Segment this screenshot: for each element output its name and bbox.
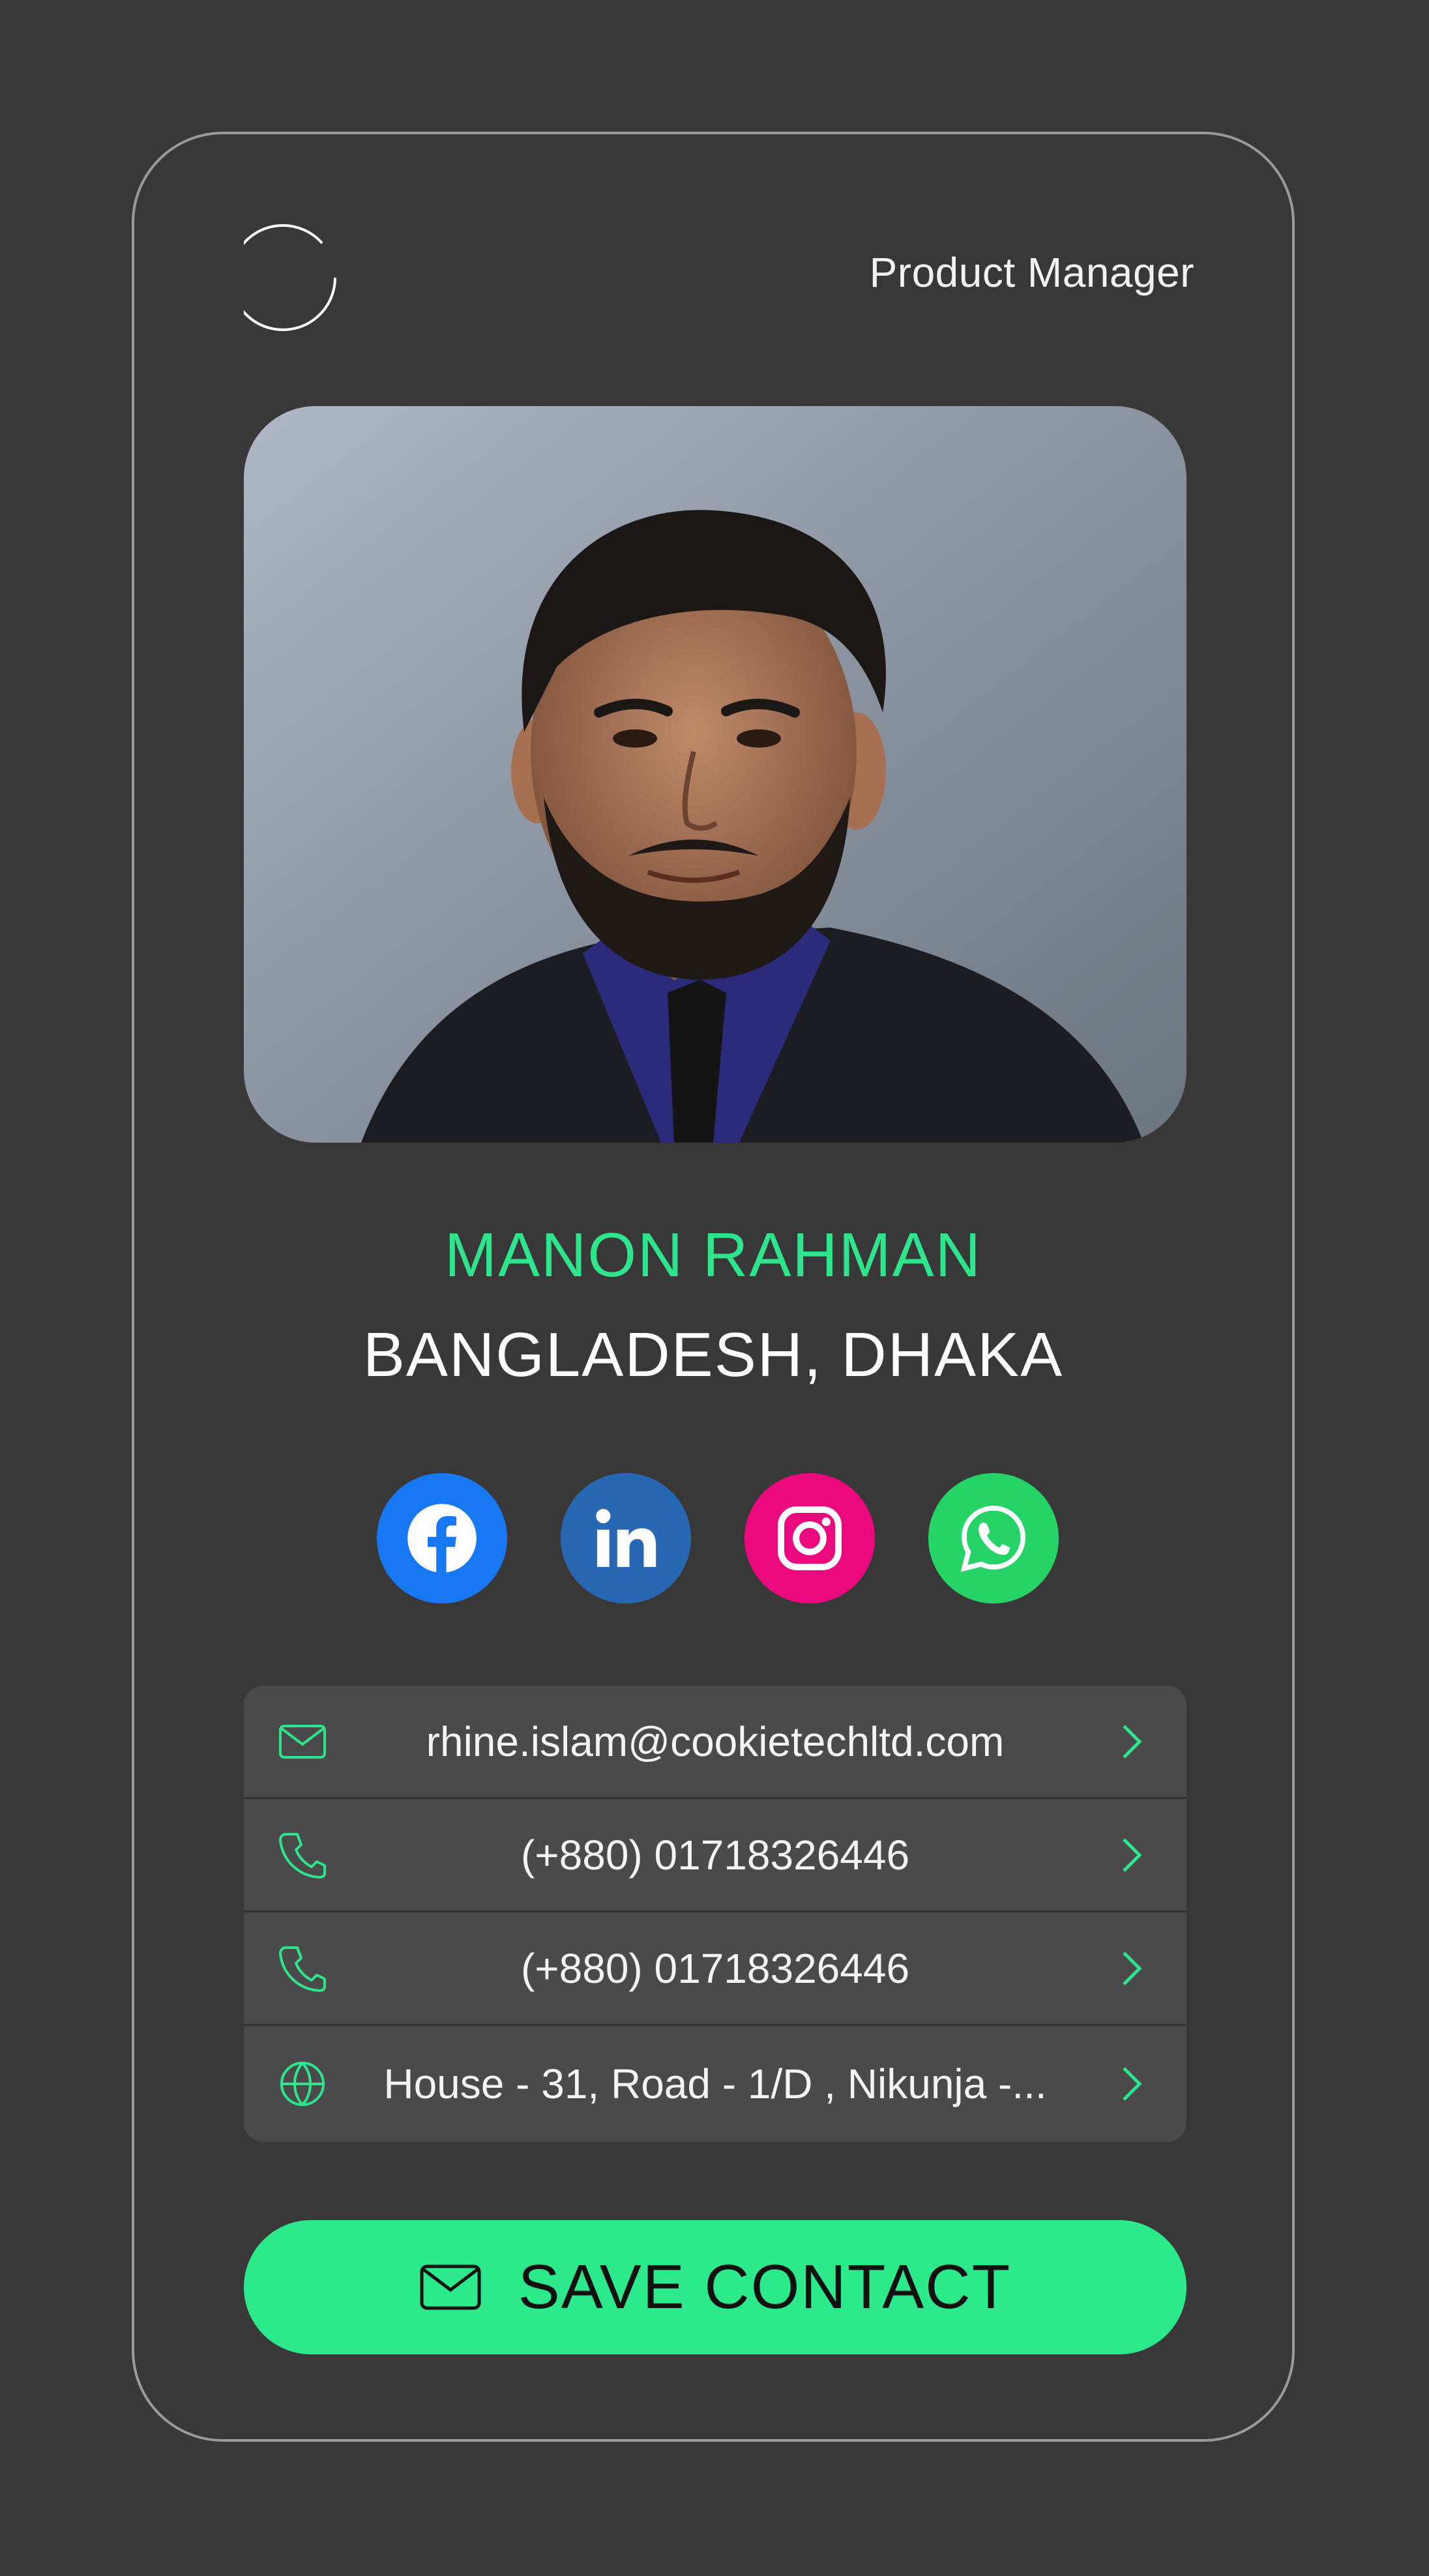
chevron-right-icon <box>1123 1951 1142 1985</box>
profile-photo <box>244 406 1186 1143</box>
mail-icon <box>279 1724 326 1759</box>
chevron-right-icon <box>1123 1837 1142 1872</box>
linkedin-button[interactable] <box>561 1473 691 1603</box>
globe-icon <box>280 2062 325 2106</box>
phone-icon <box>279 1946 326 1992</box>
contact-address-text: House - 31, Road - 1/D , Nikunja -... <box>383 2060 1047 2107</box>
contact-phone-row[interactable]: (+880) 01718326446 <box>244 1912 1186 2026</box>
chevron-right-icon <box>1123 1724 1142 1759</box>
contact-phone-text: (+880) 01718326446 <box>520 1831 910 1879</box>
mail-icon <box>420 2264 481 2310</box>
instagram-button[interactable] <box>744 1473 875 1603</box>
contact-phone-text: (+880) 01718326446 <box>520 1944 910 1992</box>
phone-icon <box>279 1832 326 1879</box>
whatsapp-icon <box>960 1505 1025 1572</box>
ring-logo-icon <box>229 222 368 333</box>
job-title: Product Manager <box>869 249 1194 296</box>
instagram-icon <box>778 1506 842 1570</box>
person-name: MANON RAHMAN <box>444 1220 982 1290</box>
whatsapp-button[interactable] <box>928 1473 1059 1603</box>
contact-phone-row[interactable]: (+880) 01718326446 <box>244 1799 1186 1912</box>
contact-address-row[interactable]: House - 31, Road - 1/D , Nikunja -... <box>244 2026 1186 2142</box>
contact-email-text: rhine.islam@cookietechltd.com <box>426 1718 1005 1765</box>
facebook-button[interactable] <box>377 1473 507 1603</box>
contact-email-row[interactable]: rhine.islam@cookietechltd.com <box>244 1686 1186 1799</box>
contact-card: Product Manager MANON RAHMAN BANGLADESH,… <box>132 132 1295 2442</box>
person-location: BANGLADESH, DHAKA <box>362 1320 1064 1390</box>
contact-list: rhine.islam@cookietechltd.com (+880) 017… <box>244 1686 1186 2142</box>
social-links <box>377 1473 1059 1603</box>
save-contact-button[interactable]: SAVE CONTACT <box>244 2220 1186 2354</box>
facebook-icon <box>407 1504 477 1574</box>
save-contact-label: SAVE CONTACT <box>518 2252 1012 2322</box>
linkedin-icon <box>596 1508 656 1567</box>
chevron-right-icon <box>1123 2067 1142 2101</box>
